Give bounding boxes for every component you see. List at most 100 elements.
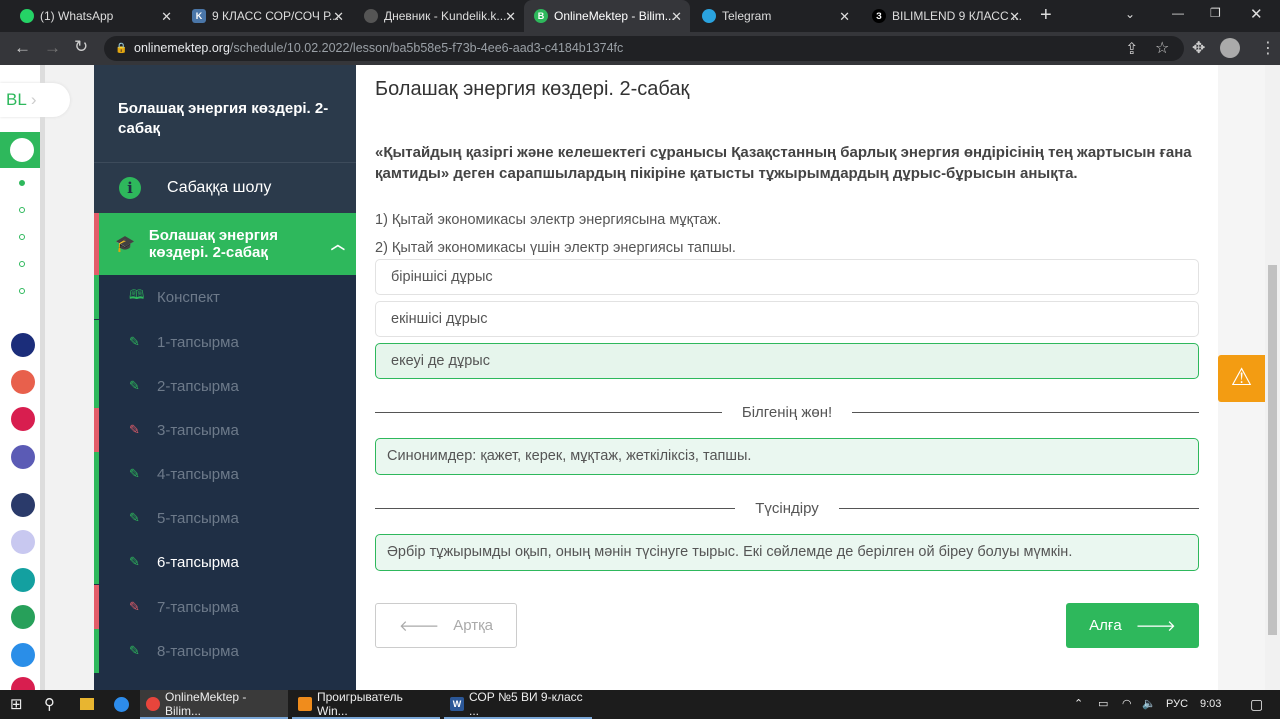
app-icon[interactable] <box>11 370 35 394</box>
back-button[interactable]: 🡐 Артқа <box>375 603 517 648</box>
search-icon[interactable]: ⚲ <box>44 695 55 713</box>
windows-start-icon[interactable]: ⊞ <box>10 695 23 713</box>
dot-icon[interactable] <box>19 180 25 186</box>
page-scrollbar[interactable] <box>1265 65 1280 690</box>
tab-title: BILIMLEND 9 КЛАСС ... <box>892 9 1022 23</box>
sidebar-section-lesson[interactable]: 🎓 Болашақ энергия көздері. 2-сабақ ︿ <box>94 213 356 275</box>
language-indicator[interactable]: РУС <box>1166 690 1188 719</box>
answer-option-1[interactable]: біріншісі дұрыс <box>375 259 1199 295</box>
tab-whatsapp[interactable]: (1) WhatsApp ✕ <box>10 0 180 32</box>
answer-option-3-selected[interactable]: екеуі де дұрыс <box>375 343 1199 379</box>
app-icon[interactable] <box>11 530 35 554</box>
volume-icon[interactable]: 🔈 <box>1142 690 1156 719</box>
close-icon[interactable]: ✕ <box>333 9 344 25</box>
tab-title: Дневник - Kundelik.k... <box>384 9 507 23</box>
tab-search-icon[interactable]: ⌄ <box>1125 7 1135 21</box>
edit-icon: ✎ <box>129 554 140 569</box>
section-label: Болашақ энергия көздері. 2-сабақ <box>148 227 278 261</box>
close-icon[interactable]: ✕ <box>839 9 850 25</box>
sidebar-item-task-8[interactable]: ✎ 8-тапсырма <box>94 629 356 673</box>
close-window-button[interactable]: ✕ <box>1250 5 1263 23</box>
onlinemektep-app[interactable] <box>0 132 40 168</box>
app-icon[interactable] <box>11 445 35 469</box>
url-host: onlinemektep.org <box>134 41 230 55</box>
sidebar-item-task-6[interactable]: ✎ 6-тапсырма <box>94 540 356 584</box>
item-label: 6-тапсырма <box>157 553 239 571</box>
tab-kundelik[interactable]: Дневник - Kundelik.k... ✕ <box>354 0 524 32</box>
star-icon[interactable]: ☆ <box>1155 38 1169 58</box>
item-label: 8-тапсырма <box>157 642 239 660</box>
menu-icon[interactable]: ⋮ <box>1260 38 1276 58</box>
avatar[interactable] <box>1220 38 1240 58</box>
new-tab-button[interactable]: + <box>1040 4 1052 27</box>
edit-icon: ✎ <box>129 599 140 614</box>
sidebar-item-task-5[interactable]: ✎ 5-тапсырма <box>94 496 356 540</box>
share-icon[interactable]: ⇪ <box>1125 39 1138 59</box>
tab-vk[interactable]: K 9 КЛАСС СОР/СОЧ Р... ✕ <box>182 0 352 32</box>
item-label: 3-тапсырма <box>157 421 239 439</box>
question-text: «Қытайдың қазіргі және келешектегі сұран… <box>375 144 1192 182</box>
taskbar-app-word[interactable]: W СОР №5 ВИ 9-класс ... <box>444 690 592 719</box>
vk-icon: K <box>192 9 206 23</box>
extensions-icon[interactable]: ✥ <box>1192 38 1205 58</box>
word-icon: W <box>450 696 464 711</box>
battery-icon[interactable]: ▭ <box>1098 690 1108 719</box>
sidebar-item-task-7[interactable]: ✎ 7-тапсырма <box>94 585 356 629</box>
sidebar-item-task-4[interactable]: ✎ 4-тапсырма <box>94 452 356 496</box>
zoom-icon[interactable] <box>114 697 129 712</box>
statement-1: 1) Қытай экономикасы электр энергиясына … <box>375 212 722 228</box>
explain-label: Түсіндіру <box>755 499 819 517</box>
sidebar-item-task-3[interactable]: ✎ 3-тапсырма <box>94 408 356 452</box>
back-icon[interactable]: ← <box>14 38 31 58</box>
scrollbar-thumb[interactable] <box>1268 265 1277 635</box>
lock-icon: 🔒 <box>115 43 128 54</box>
app-icon[interactable] <box>11 407 35 431</box>
file-explorer-icon[interactable] <box>80 698 94 710</box>
page-title: Болашақ энергия көздері. 2-сабақ <box>375 78 690 100</box>
wifi-icon[interactable]: ◠ <box>1122 690 1132 719</box>
explain-divider: Түсіндіру <box>375 498 1200 518</box>
statement-2: 2) Қытай экономикасы үшін электр энергия… <box>375 240 736 256</box>
minimize-button[interactable]: — <box>1172 6 1184 20</box>
sidebar-item-konspekt[interactable]: 🕮 Конспект <box>94 275 356 319</box>
close-icon[interactable]: ✕ <box>671 9 682 25</box>
tab-title: 9 КЛАСС СОР/СОЧ Р... <box>212 9 339 23</box>
sidebar-item-overview[interactable]: i Сабаққа шолу <box>94 163 356 213</box>
close-icon[interactable]: ✕ <box>161 9 172 25</box>
forward-icon[interactable]: → <box>44 38 61 58</box>
dot-icon[interactable] <box>19 288 25 294</box>
item-label: Конспект <box>157 288 220 306</box>
dot-icon[interactable] <box>19 234 25 240</box>
tab-title: Telegram <box>722 9 772 23</box>
dot-icon[interactable] <box>19 207 25 213</box>
app-icon[interactable] <box>11 643 35 667</box>
bl-logo[interactable]: BL › <box>0 83 70 117</box>
sidebar-item-task-2[interactable]: ✎ 2-тапсырма <box>94 364 356 408</box>
url-input[interactable]: 🔒 onlinemektep.org/schedule/10.02.2022/le… <box>104 36 1184 61</box>
reload-icon[interactable]: ↻ <box>74 37 88 57</box>
maximize-button[interactable]: ❐ <box>1210 6 1221 20</box>
tab-title: OnlineMektep - Bilim... <box>554 9 675 23</box>
tab-telegram[interactable]: Telegram ✕ <box>692 0 858 32</box>
tab-bilimlend[interactable]: З BILIMLEND 9 КЛАСС ... ✕ <box>862 0 1028 32</box>
close-icon[interactable]: ✕ <box>505 9 516 25</box>
tab-onlinemektep[interactable]: B OnlineMektep - Bilim... ✕ <box>524 0 690 32</box>
app-icon[interactable] <box>11 333 35 357</box>
next-button[interactable]: Алға 🡒 <box>1066 603 1199 648</box>
taskbar-app-player[interactable]: Проигрыватель Win... <box>292 690 440 719</box>
onlinemektep-icon: B <box>534 9 548 23</box>
app-label: СОР №5 ВИ 9-класс ... <box>469 689 583 718</box>
close-icon[interactable]: ✕ <box>1009 9 1020 25</box>
dot-icon[interactable] <box>19 261 25 267</box>
app-icon[interactable] <box>11 568 35 592</box>
tray-chevron-icon[interactable]: ⌃ <box>1074 690 1083 719</box>
chevron-up-icon[interactable]: ︿ <box>331 236 345 253</box>
app-icon[interactable] <box>11 493 35 517</box>
app-icon[interactable] <box>11 605 35 629</box>
answer-option-2[interactable]: екіншісі дұрыс <box>375 301 1199 337</box>
taskbar-app-chrome[interactable]: OnlineMektep - Bilim... <box>140 690 288 719</box>
sidebar-item-task-1[interactable]: ✎ 1-тапсырма <box>94 320 356 364</box>
clock[interactable]: 9:03 <box>1200 690 1221 719</box>
report-warning-button[interactable]: ⚠ <box>1218 355 1265 402</box>
notifications-icon[interactable]: ▢ <box>1250 690 1263 719</box>
